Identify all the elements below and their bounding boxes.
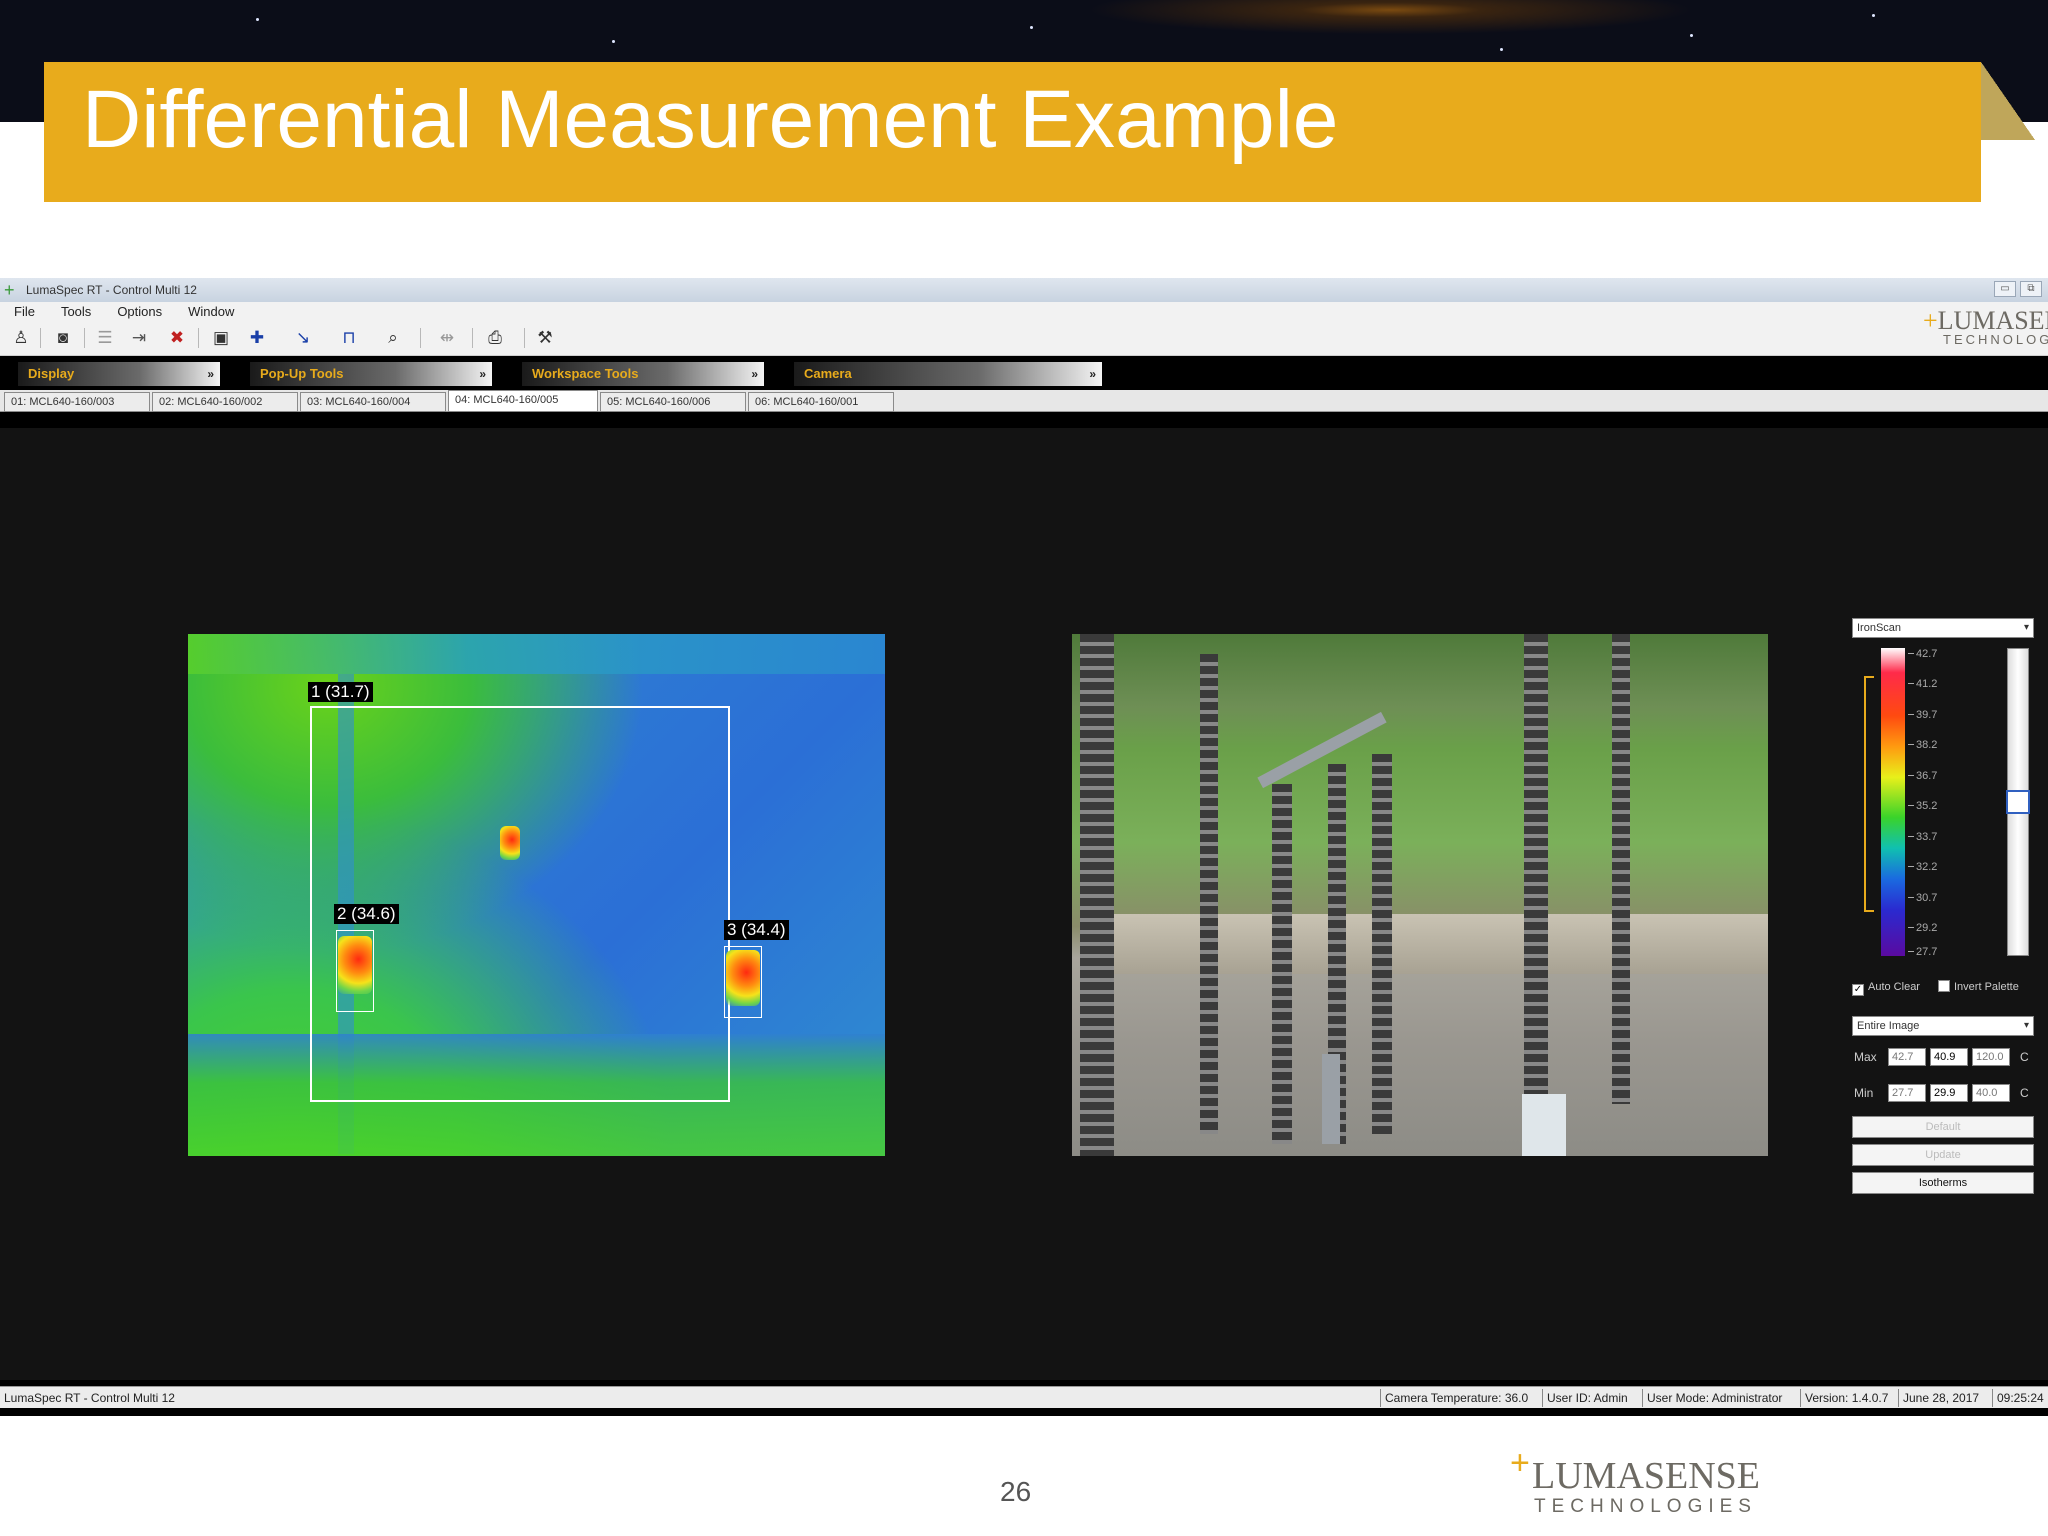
scale-tick: 41.2 xyxy=(1907,678,1938,690)
panel-bar: Display» Pop-Up Tools» Workspace Tools» … xyxy=(0,356,2048,390)
menu-options[interactable]: Options xyxy=(103,302,174,322)
image-workspace: 1 (31.7) 2 (34.6) 3 (34.4) IronScan ▾ 42… xyxy=(0,428,2048,1380)
window-titlebar: + LumaSpec RT - Control Multi 12 ▭ ⧉ xyxy=(0,278,2048,302)
lumasense-logo-top: +LUMASEN TECHNOLOG xyxy=(1923,306,2048,347)
color-range-bracket xyxy=(1864,676,1874,912)
min-label: Min xyxy=(1854,1086,1874,1100)
menu-window[interactable]: Window xyxy=(174,302,246,322)
logo-star-icon: + xyxy=(1510,1444,1530,1482)
menu-file[interactable]: File xyxy=(0,302,47,322)
camera-icon[interactable]: ◙ xyxy=(52,327,74,349)
panel-popup-tools[interactable]: Pop-Up Tools» xyxy=(250,362,492,386)
status-camera-temp: Camera Temperature: 36.0 xyxy=(1380,1389,1540,1407)
line-tool-icon[interactable]: ↘ xyxy=(292,327,314,349)
tab-camera-05[interactable]: 05: MCL640-160/006 xyxy=(600,392,746,412)
tab-camera-02[interactable]: 02: MCL640-160/002 xyxy=(152,392,298,412)
window-title: LumaSpec RT - Control Multi 12 xyxy=(26,283,197,297)
panel-display[interactable]: Display» xyxy=(18,362,220,386)
page-number: 26 xyxy=(1000,1476,1032,1507)
scale-tick: 35.2 xyxy=(1907,800,1938,812)
panel-workspace-tools[interactable]: Workspace Tools» xyxy=(522,362,764,386)
status-date: June 28, 2017 xyxy=(1898,1389,1990,1407)
checkbox-empty-icon xyxy=(1938,980,1950,992)
panel-camera[interactable]: Camera» xyxy=(794,362,1102,386)
chevron-down-icon: » xyxy=(207,367,214,381)
chevron-down-icon: » xyxy=(751,367,758,381)
save-icon[interactable]: ▣ xyxy=(210,327,232,349)
default-button[interactable]: Default xyxy=(1852,1116,2034,1138)
chevron-down-icon: » xyxy=(479,367,486,381)
disconnect-icon[interactable]: ✖ xyxy=(166,327,188,349)
scale-tick: 27.7 xyxy=(1907,946,1938,958)
logo-star-icon: + xyxy=(1923,306,1938,335)
app-window: + LumaSpec RT - Control Multi 12 ▭ ⧉ Fil… xyxy=(0,278,2048,1416)
chevron-down-icon: » xyxy=(1089,367,1096,381)
status-bar: LumaSpec RT - Control Multi 12 Camera Te… xyxy=(0,1386,2048,1408)
app-plus-icon: + xyxy=(4,280,15,300)
visual-image xyxy=(1072,634,1768,1156)
color-scale-bar xyxy=(1881,648,1905,956)
scale-tick: 32.2 xyxy=(1907,861,1938,873)
export-icon[interactable]: ⎙ xyxy=(484,327,506,349)
scale-tick: 38.2 xyxy=(1907,739,1938,751)
slide: Differential Measurement Example + LumaS… xyxy=(0,0,2048,1536)
tab-camera-01[interactable]: 01: MCL640-160/003 xyxy=(4,392,150,412)
connect-icon[interactable]: ⇥ xyxy=(128,327,150,349)
status-app-name: LumaSpec RT - Control Multi 12 xyxy=(4,1391,175,1405)
zoom-icon[interactable]: ⌕ xyxy=(382,327,404,349)
thermal-image[interactable]: 1 (31.7) 2 (34.6) 3 (34.4) xyxy=(188,634,885,1156)
status-user-mode: User Mode: Administrator xyxy=(1642,1389,1798,1407)
scale-tick: 33.7 xyxy=(1907,831,1938,843)
menu-bar: File Tools Options Window xyxy=(0,302,2048,322)
auto-clear-checkbox[interactable]: ✓ Auto Clear xyxy=(1852,980,1920,996)
level-slider-thumb[interactable] xyxy=(2006,790,2030,814)
status-user-id: User ID: Admin xyxy=(1542,1389,1640,1407)
measure-icon[interactable]: ⇹ xyxy=(436,327,458,349)
scale-tick: 39.7 xyxy=(1907,709,1938,721)
chevron-down-icon: ▾ xyxy=(2023,622,2029,633)
slide-title: Differential Measurement Example xyxy=(82,74,1339,165)
restore-button[interactable]: ▭ xyxy=(1994,281,2016,297)
person-icon[interactable]: ♙ xyxy=(10,327,32,349)
tab-camera-06[interactable]: 06: MCL640-160/001 xyxy=(748,392,894,412)
min-field-1[interactable]: 27.7 xyxy=(1888,1084,1926,1102)
isotherms-button[interactable]: Isotherms xyxy=(1852,1172,2034,1194)
region-select[interactable]: Entire Image ▾ xyxy=(1852,1016,2034,1036)
palette-select[interactable]: IronScan ▾ xyxy=(1852,618,2034,638)
tab-camera-03[interactable]: 03: MCL640-160/004 xyxy=(300,392,446,412)
min-unit: C xyxy=(2020,1086,2029,1100)
banner-corner xyxy=(1981,62,2035,140)
max-field-1[interactable]: 42.7 xyxy=(1888,1048,1926,1066)
toolbar: ♙ ◙ ☰ ⇥ ✖ ▣ ✚ ↘ ⊓ ⌕ ⇹ ⎙ ⚒ xyxy=(0,322,2048,356)
scale-tick: 42.7 xyxy=(1907,648,1938,660)
max-field-3[interactable]: 120.0 xyxy=(1972,1048,2010,1066)
tab-camera-04[interactable]: 04: MCL640-160/005 xyxy=(448,390,598,412)
status-time: 09:25:24 xyxy=(1992,1389,2048,1407)
measurement-label-1: 1 (31.7) xyxy=(308,682,373,702)
min-field-2[interactable]: 29.9 xyxy=(1930,1084,1968,1102)
area-tool-icon[interactable]: ⊓ xyxy=(338,327,360,349)
tools-icon[interactable]: ⚒ xyxy=(534,327,556,349)
measurement-label-3: 3 (34.4) xyxy=(724,920,789,940)
max-label: Max xyxy=(1854,1050,1877,1064)
camera-tabs: 01: MCL640-160/003 02: MCL640-160/002 03… xyxy=(0,390,2048,412)
status-version: Version: 1.4.0.7 xyxy=(1800,1389,1896,1407)
maximize-button[interactable]: ⧉ xyxy=(2020,281,2042,297)
scale-tick: 29.2 xyxy=(1907,922,1938,934)
min-field-3[interactable]: 40.0 xyxy=(1972,1084,2010,1102)
scale-tick: 36.7 xyxy=(1907,770,1938,782)
menu-tools[interactable]: Tools xyxy=(47,302,103,322)
invert-palette-checkbox[interactable]: Invert Palette xyxy=(1938,980,2019,994)
list-icon[interactable]: ☰ xyxy=(94,327,116,349)
measurement-label-2: 2 (34.6) xyxy=(334,904,399,924)
chevron-down-icon: ▾ xyxy=(2023,1020,2029,1031)
scale-tick: 30.7 xyxy=(1907,892,1938,904)
lumasense-logo: + LUMASENSE TECHNOLOGIES xyxy=(1510,1444,1761,1517)
max-field-2[interactable]: 40.9 xyxy=(1930,1048,1968,1066)
update-button[interactable]: Update xyxy=(1852,1144,2034,1166)
max-unit: C xyxy=(2020,1050,2029,1064)
add-spot-icon[interactable]: ✚ xyxy=(246,327,268,349)
checkbox-checked-icon: ✓ xyxy=(1852,984,1864,996)
